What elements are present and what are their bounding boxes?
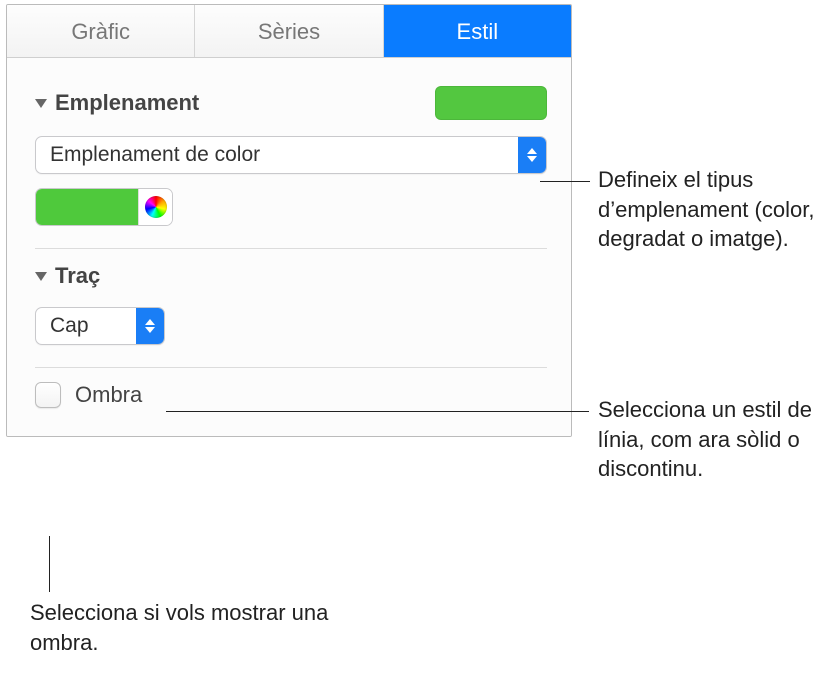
leader-line bbox=[49, 536, 50, 592]
color-swatch bbox=[36, 189, 138, 225]
fill-type-row: Emplenament de color bbox=[35, 136, 547, 174]
color-wheel-icon bbox=[145, 196, 167, 218]
style-sidebar-panel: Gràfic Sèries Estil Emplenament Emplenam… bbox=[6, 4, 572, 437]
disclosure-triangle-icon bbox=[35, 272, 47, 281]
select-value: Emplenament de color bbox=[36, 137, 518, 173]
dropdown-stepper-icon bbox=[136, 308, 164, 344]
tab-series[interactable]: Sèries bbox=[195, 5, 383, 57]
leader-line bbox=[540, 181, 590, 182]
select-value: Cap bbox=[36, 308, 136, 344]
tabs: Gràfic Sèries Estil bbox=[7, 5, 571, 58]
fill-section-header: Emplenament bbox=[35, 76, 547, 128]
fill-color-well[interactable] bbox=[35, 188, 173, 226]
shadow-row: Ombra bbox=[35, 382, 547, 414]
section-title-text: Emplenament bbox=[55, 90, 199, 116]
fill-section-title[interactable]: Emplenament bbox=[35, 90, 199, 116]
annotation-shadow-toggle: Selecciona si vols mostrar una ombra. bbox=[30, 598, 330, 657]
section-divider bbox=[35, 367, 547, 368]
stroke-section-title[interactable]: Traç bbox=[35, 263, 100, 289]
annotation-fill-type: Defineix el tipus d’emplenament (color, … bbox=[598, 165, 828, 254]
shadow-checkbox[interactable] bbox=[35, 382, 61, 408]
shadow-label: Ombra bbox=[75, 382, 142, 408]
stroke-style-row: Cap bbox=[35, 307, 547, 345]
stroke-style-select[interactable]: Cap bbox=[35, 307, 165, 345]
disclosure-triangle-icon bbox=[35, 99, 47, 108]
color-picker-button[interactable] bbox=[138, 189, 172, 225]
tab-grafic[interactable]: Gràfic bbox=[7, 5, 195, 57]
section-title-text: Traç bbox=[55, 263, 100, 289]
dropdown-stepper-icon bbox=[518, 137, 546, 173]
stroke-section-header: Traç bbox=[35, 259, 547, 297]
annotation-stroke-style: Selecciona un estil de línia, com ara sò… bbox=[598, 395, 828, 484]
leader-line bbox=[166, 411, 589, 412]
tab-label: Sèries bbox=[258, 19, 320, 44]
section-divider bbox=[35, 248, 547, 249]
panel-body: Emplenament Emplenament de color bbox=[7, 58, 571, 436]
fill-type-select[interactable]: Emplenament de color bbox=[35, 136, 547, 174]
tab-label: Estil bbox=[457, 19, 499, 44]
fill-color-preview[interactable] bbox=[435, 86, 547, 120]
tab-label: Gràfic bbox=[71, 19, 130, 44]
tab-estil[interactable]: Estil bbox=[384, 5, 571, 57]
fill-color-well-row bbox=[35, 188, 547, 226]
